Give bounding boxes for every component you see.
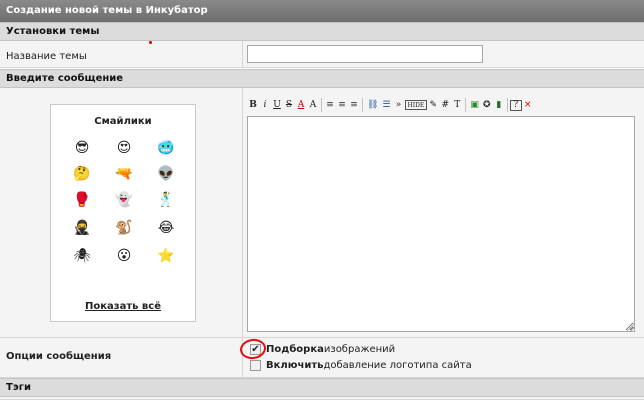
- toolbar-separator: [321, 98, 322, 112]
- strike-button[interactable]: S: [283, 97, 295, 113]
- show-all-smilies-link[interactable]: Показать всё: [51, 301, 195, 312]
- font-color-button[interactable]: A: [295, 97, 307, 113]
- quote-button[interactable]: »: [393, 97, 405, 113]
- smilies-title: Смайлики: [94, 116, 152, 127]
- form-title-bar: Создание новой темы в Инкубатор: [0, 0, 644, 22]
- site-logo-checkbox[interactable]: [250, 360, 261, 371]
- option-site-logo[interactable]: Включить добавление логотипа сайта: [250, 360, 472, 371]
- option-rest-text: добавление логотипа сайта: [323, 360, 472, 371]
- hash-button[interactable]: #: [439, 97, 451, 113]
- message-editor[interactable]: [247, 116, 635, 332]
- section-header-message: Введите сообщение: [0, 69, 644, 88]
- section-header-settings: Установки темы: [0, 22, 644, 41]
- ninja-smiley-icon[interactable]: 🥷: [73, 219, 91, 237]
- bold-button[interactable]: B: [247, 97, 259, 113]
- align-right-button[interactable]: ≡: [348, 97, 360, 113]
- option-image-gallery[interactable]: ✔ Подборка изображений: [250, 344, 395, 355]
- section-title-tags: Тэги: [6, 382, 31, 393]
- monkey-smiley-icon[interactable]: 🐒: [115, 219, 133, 237]
- option-bold-text: Подборка: [266, 344, 324, 355]
- text-button[interactable]: T: [451, 97, 463, 113]
- column-divider: [242, 41, 243, 68]
- section-header-tags: Тэги: [0, 378, 644, 397]
- editor-toolbar: Bi U S A A ≡ ≡ ≡ ⛓ ☰» HIDE ✎ # T ▣ ✪ ▮? ×: [247, 96, 635, 114]
- video-button[interactable]: ▮: [493, 97, 505, 113]
- toolbar-separator: [362, 98, 363, 112]
- star-smiley-icon[interactable]: ⭐: [157, 247, 175, 265]
- align-left-button[interactable]: ≡: [324, 97, 336, 113]
- dance-smiley-icon[interactable]: 🕺: [157, 191, 175, 209]
- topic-label: Название темы: [6, 51, 87, 62]
- resize-grip-icon[interactable]: [626, 323, 634, 331]
- option-bold-text: Включить: [266, 360, 324, 371]
- column-divider: [242, 88, 243, 338]
- cool-smiley-icon[interactable]: 😎: [73, 139, 91, 157]
- yawn-smiley-icon[interactable]: 😮: [115, 247, 133, 265]
- section-title-settings: Установки темы: [6, 26, 100, 37]
- font-size-button[interactable]: A: [307, 97, 319, 113]
- flash-button[interactable]: ✪: [481, 97, 493, 113]
- thinking-smiley-icon[interactable]: 🤔: [73, 165, 91, 183]
- image-button[interactable]: ▣: [468, 97, 481, 113]
- gun-smiley-icon[interactable]: 🔫: [115, 165, 133, 183]
- toolbar-separator: [506, 98, 508, 112]
- topic-input[interactable]: [247, 45, 483, 63]
- required-dot: [149, 41, 152, 44]
- toolbar-separator: [465, 98, 467, 112]
- link-button[interactable]: ⛓: [365, 97, 380, 113]
- section-title-message: Введите сообщение: [6, 73, 124, 84]
- love-smiley-icon[interactable]: 😍: [115, 139, 133, 157]
- clear-button[interactable]: ×: [522, 97, 534, 113]
- option-rest-text: изображений: [323, 344, 396, 355]
- align-center-button[interactable]: ≡: [336, 97, 348, 113]
- fight-smiley-icon[interactable]: 🥊: [73, 191, 91, 209]
- list-button[interactable]: ☰: [380, 97, 392, 113]
- form-title: Создание новой темы в Инкубатор: [6, 5, 208, 16]
- laugh-smiley-icon[interactable]: 😂: [157, 219, 175, 237]
- hide-button[interactable]: HIDE: [404, 100, 428, 110]
- spider-smiley-icon[interactable]: 🕷: [73, 247, 91, 265]
- spoiler-button[interactable]: ✎: [427, 97, 439, 113]
- options-label: Опции сообщения: [6, 351, 112, 362]
- underline-button[interactable]: U: [271, 97, 283, 113]
- blue-smiley-icon[interactable]: 🥶: [157, 139, 175, 157]
- smilies-panel: Смайлики 😎 😍 🥶 🤔 🔫 👽 🥊 👻 🕺 🥷 🐒 😂 🕷 😮 ⭐ Показать всё: [50, 104, 196, 322]
- help-button[interactable]: ?: [509, 99, 522, 111]
- alien-smiley-icon[interactable]: 👽: [157, 165, 175, 183]
- italic-button[interactable]: i: [259, 97, 271, 113]
- ghost-smiley-icon[interactable]: 👻: [115, 191, 133, 209]
